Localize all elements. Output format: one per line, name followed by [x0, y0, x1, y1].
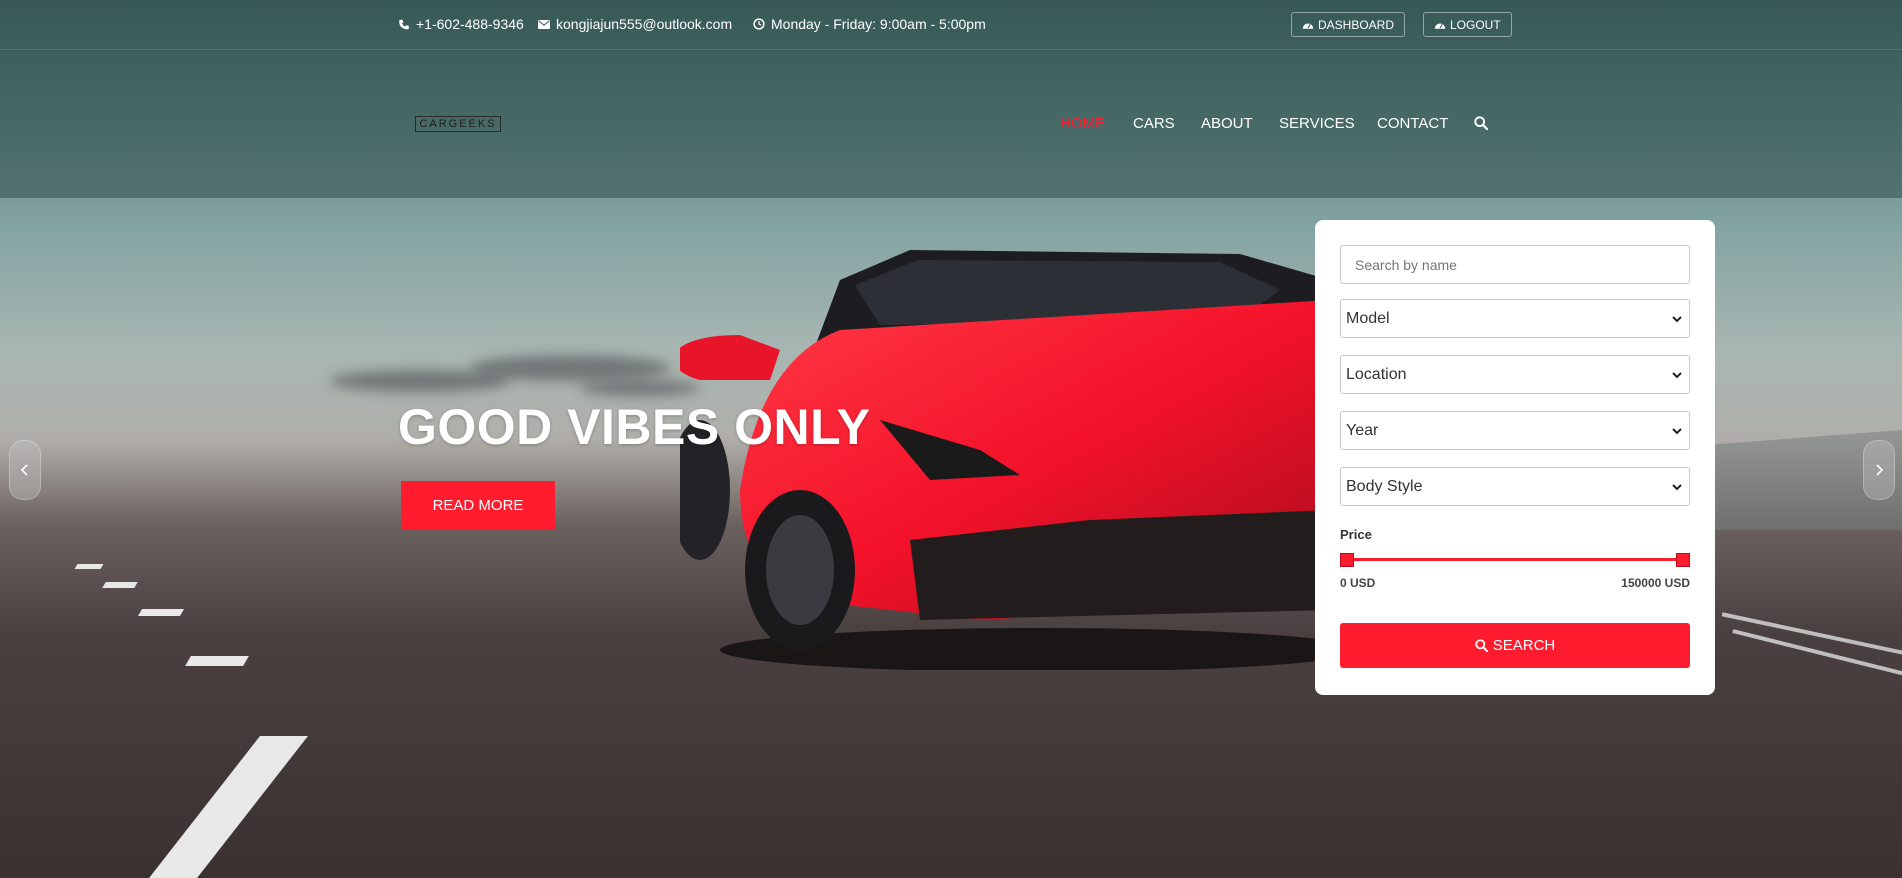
- phone-icon: [399, 19, 409, 29]
- lane-marking: [74, 564, 104, 569]
- chevron-left-icon: [20, 464, 28, 476]
- chevron-right-icon: [1876, 464, 1884, 476]
- top-bar: +1-602-488-9346 kongjiajun555@outlook.co…: [0, 0, 1902, 50]
- dashboard-button[interactable]: DASHBOARD: [1291, 12, 1406, 37]
- chevron-down-icon: [1672, 428, 1682, 435]
- dashboard-icon: [1302, 23, 1314, 29]
- dashboard-icon: [1434, 23, 1446, 29]
- price-label: Price: [1340, 527, 1372, 542]
- cloud: [470, 355, 670, 381]
- nav-item-about[interactable]: ABOUT: [1201, 115, 1253, 132]
- location-select[interactable]: Location: [1340, 355, 1690, 394]
- body-style-select-value: Body Style: [1346, 477, 1423, 495]
- price-min-value: 0 USD: [1340, 576, 1376, 590]
- search-button[interactable]: SEARCH: [1340, 623, 1690, 668]
- price-max-value: 150000 USD: [1621, 576, 1690, 590]
- slider-next-button[interactable]: [1863, 440, 1895, 500]
- hero-headline: GOOD VIBES ONLY: [398, 399, 871, 455]
- nav-item-contact[interactable]: CONTACT: [1377, 115, 1448, 132]
- email-info: kongjiajun555@outlook.com: [538, 16, 732, 32]
- logout-label: LOGOUT: [1450, 17, 1501, 32]
- dashboard-label: DASHBOARD: [1318, 17, 1395, 32]
- model-select-value: Model: [1346, 309, 1390, 327]
- car-search-panel: Model Location Year Body Style Price 0 U…: [1315, 220, 1715, 695]
- nav-item-home[interactable]: HOME: [1060, 115, 1105, 132]
- price-range-track[interactable]: [1347, 558, 1684, 561]
- year-select[interactable]: Year: [1340, 411, 1690, 450]
- read-more-button[interactable]: READ MORE: [401, 481, 555, 529]
- lane-marking: [185, 656, 249, 666]
- chevron-down-icon: [1672, 484, 1682, 491]
- body-style-select[interactable]: Body Style: [1340, 467, 1690, 506]
- model-select[interactable]: Model: [1340, 299, 1690, 338]
- search-by-name-input[interactable]: [1340, 245, 1690, 284]
- nav-item-services[interactable]: SERVICES: [1279, 115, 1355, 132]
- lane-marking: [134, 736, 308, 878]
- search-icon[interactable]: [1474, 116, 1488, 130]
- hours-info: Monday - Friday: 9:00am - 5:00pm: [753, 16, 986, 32]
- business-hours: Monday - Friday: 9:00am - 5:00pm: [771, 16, 986, 32]
- lane-marking: [137, 609, 185, 616]
- logout-button[interactable]: LOGOUT: [1423, 12, 1512, 37]
- email-address: kongjiajun555@outlook.com: [556, 16, 733, 32]
- clock-icon: [753, 18, 765, 30]
- search-button-label: SEARCH: [1492, 637, 1556, 654]
- lane-marking: [102, 582, 138, 588]
- phone-number: +1-602-488-9346: [416, 16, 524, 32]
- phone-info: +1-602-488-9346: [398, 16, 524, 32]
- nav-item-cars[interactable]: CARS: [1133, 115, 1175, 132]
- price-max-handle[interactable]: [1676, 553, 1690, 567]
- envelope-icon: [538, 19, 550, 29]
- year-select-value: Year: [1346, 421, 1379, 439]
- price-min-handle[interactable]: [1340, 553, 1354, 567]
- slider-prev-button[interactable]: [9, 440, 41, 500]
- site-logo[interactable]: CARGEEKS: [415, 116, 501, 132]
- chevron-down-icon: [1672, 372, 1682, 379]
- chevron-down-icon: [1672, 316, 1682, 323]
- location-select-value: Location: [1346, 365, 1407, 383]
- search-icon: [1475, 639, 1488, 652]
